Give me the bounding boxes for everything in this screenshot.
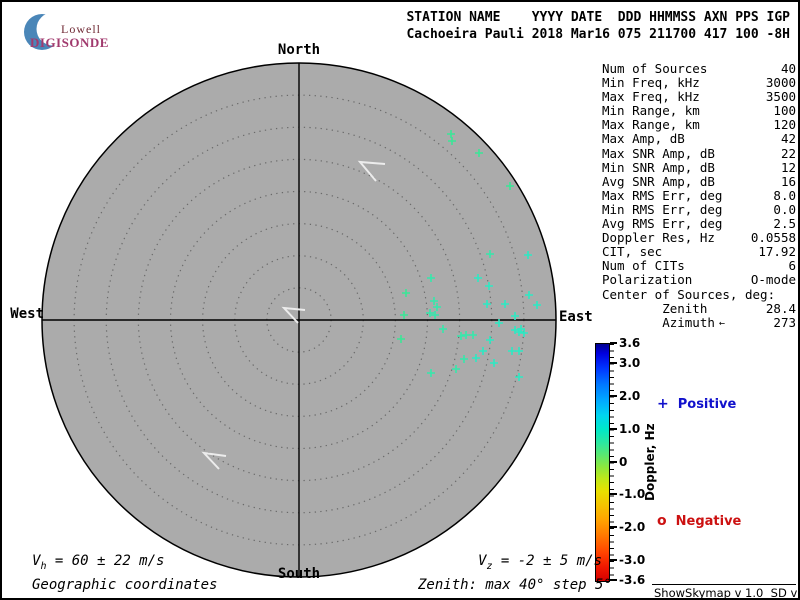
- zenith-range-note: Zenith: max 40° step 5°: [418, 577, 612, 593]
- plus-marker-icon: +: [657, 396, 669, 412]
- info-row-label: Polarization: [602, 272, 693, 288]
- info-row-label: Max Freq, kHz: [602, 89, 700, 105]
- info-panel: Num of Sources 40 Min Freq, kHz 3000 Max Fre…: [602, 61, 796, 330]
- colorbar-major-tick: [610, 460, 617, 463]
- horizontal-velocity-value: Vh = 60 ± 22 m/s: [32, 553, 165, 572]
- info-row: Doppler Res, Hz 0.0558: [602, 231, 796, 245]
- info-row-label: Max Amp, dB: [602, 131, 685, 147]
- legend-negative: o Negative: [657, 513, 741, 529]
- colorbar-major-tick: [610, 394, 617, 397]
- colorbar-tick-label: 3.6: [619, 336, 641, 350]
- info-row: Center of Sources, deg:: [602, 286, 796, 302]
- info-row: Max Range, km 120: [602, 118, 796, 132]
- info-row-label: Num of Sources: [602, 61, 708, 76]
- compass-north-label: North: [277, 42, 321, 58]
- info-row-value: 6: [788, 258, 796, 274]
- info-row-value: 3000: [765, 75, 796, 91]
- doppler-colorbar: [595, 343, 610, 582]
- legend-positive: + Positive: [657, 396, 736, 412]
- colorbar-tick-label: -2.0: [619, 520, 646, 535]
- colorbar-tick-label: 0: [619, 454, 628, 469]
- info-row-value: 12: [780, 159, 796, 175]
- info-row-value: 120: [773, 117, 796, 133]
- info-row-label: Min RMS Err, deg: [602, 201, 723, 217]
- colorbar-tick-label: -1.0: [619, 487, 646, 502]
- info-row: Polarization O-mode: [602, 273, 796, 287]
- info-row-label: CIT, sec: [602, 244, 663, 260]
- colorbar-tick-label: 1.0: [619, 421, 641, 436]
- colorbar-major-tick: [610, 493, 617, 496]
- info-row-value: 16: [780, 173, 796, 189]
- info-row-label: Doppler Res, Hz: [602, 230, 715, 246]
- info-row-value: 42: [780, 131, 796, 147]
- colorbar-minor-ticks: [610, 344, 614, 581]
- colorbar-tick-label: -3.0: [619, 553, 646, 568]
- info-row-value: 28.4: [765, 300, 796, 316]
- info-row-label: Avg SNR Amp, dB: [602, 173, 715, 189]
- circle-marker-icon: o: [657, 513, 667, 529]
- info-row: Avg SNR Amp, dB 16: [602, 173, 796, 189]
- info-row-label: Max Range, km: [602, 117, 700, 133]
- info-row: Max SNR Amp, dB 22: [602, 145, 796, 161]
- info-row-value: 8.0: [773, 187, 796, 203]
- info-row-label: Avg RMS Err, deg: [602, 216, 723, 232]
- colorbar-major-tick: [610, 427, 617, 430]
- colorbar-tick-label: -3.6: [619, 573, 646, 587]
- info-row: Azimuth ← 273: [602, 314, 796, 330]
- colorbar-major-tick: [610, 526, 617, 529]
- info-row-label: Max RMS Err, deg: [602, 187, 723, 203]
- info-row-label: Min Freq, kHz: [602, 75, 700, 91]
- colorbar-major-tick: [610, 361, 617, 364]
- info-row-label: Min Range, km: [602, 103, 700, 119]
- info-row: Num of Sources 40: [602, 61, 796, 76]
- info-row-value: 40: [780, 61, 796, 76]
- info-row-value: 3500: [765, 89, 796, 105]
- version-label: ShowSkymap v 1.0 SD v 5.1: [654, 586, 798, 600]
- info-row: Num of CITs 6: [602, 259, 796, 273]
- info-row-label: Num of CITs: [602, 258, 685, 274]
- legend-positive-label: Positive: [677, 396, 737, 412]
- colorbar-major-tick: [610, 579, 617, 581]
- info-row-value: 17.92: [758, 244, 796, 260]
- info-row-label: Center of Sources, deg:: [602, 286, 776, 302]
- info-row-value: 273: [773, 314, 796, 330]
- info-row-value: 0.0558: [750, 230, 796, 246]
- colorbar-tick-label: 2.0: [619, 388, 641, 403]
- info-row-label: Zenith: [602, 300, 708, 316]
- colorbar-axis-label: Doppler, Hz: [643, 423, 657, 501]
- azimuth-direction-arrow-icon: ←: [718, 317, 725, 329]
- info-row: Min RMS Err, deg 0.0: [602, 201, 796, 217]
- info-row: Min Range, km 100: [602, 104, 796, 118]
- info-row-value: O-mode: [750, 272, 796, 288]
- colorbar-major-tick: [610, 342, 617, 344]
- legend-negative-label: Negative: [675, 513, 742, 529]
- info-row: Zenith 28.4: [602, 300, 796, 316]
- compass-east-label: East: [559, 309, 593, 325]
- showskymap-window: Lowell DIGISONDE STATION NAME YYYY DATE …: [0, 0, 800, 600]
- info-row: Min SNR Amp, dB 12: [602, 159, 796, 175]
- info-row-value: 100: [773, 103, 796, 119]
- info-row: Avg RMS Err, deg 2.5: [602, 216, 796, 232]
- vertical-velocity-value: Vz = -2 ± 5 m/s: [478, 553, 603, 572]
- info-row: Max Amp, dB 42: [602, 132, 796, 146]
- info-row-label: Azimuth ←: [602, 314, 725, 330]
- version-separator-line: [652, 584, 796, 585]
- coordinate-system-label: Geographic coordinates: [32, 577, 218, 593]
- info-row-value: 0.0: [773, 201, 796, 217]
- info-row: Max Freq, kHz 3500: [602, 90, 796, 104]
- colorbar-major-tick: [610, 559, 617, 562]
- info-row-value: 2.5: [773, 216, 796, 232]
- colorbar-tick-label: 3.0: [619, 355, 641, 370]
- info-row: CIT, sec 17.92: [602, 245, 796, 259]
- info-row-value: 22: [780, 145, 796, 161]
- info-row-label: Min SNR Amp, dB: [602, 159, 715, 175]
- compass-south-label: South: [277, 566, 321, 582]
- info-row-label: Max SNR Amp, dB: [602, 145, 715, 161]
- compass-west-label: West: [10, 306, 44, 322]
- info-row: Max RMS Err, deg 8.0: [602, 187, 796, 203]
- info-row: Min Freq, kHz 3000: [602, 75, 796, 91]
